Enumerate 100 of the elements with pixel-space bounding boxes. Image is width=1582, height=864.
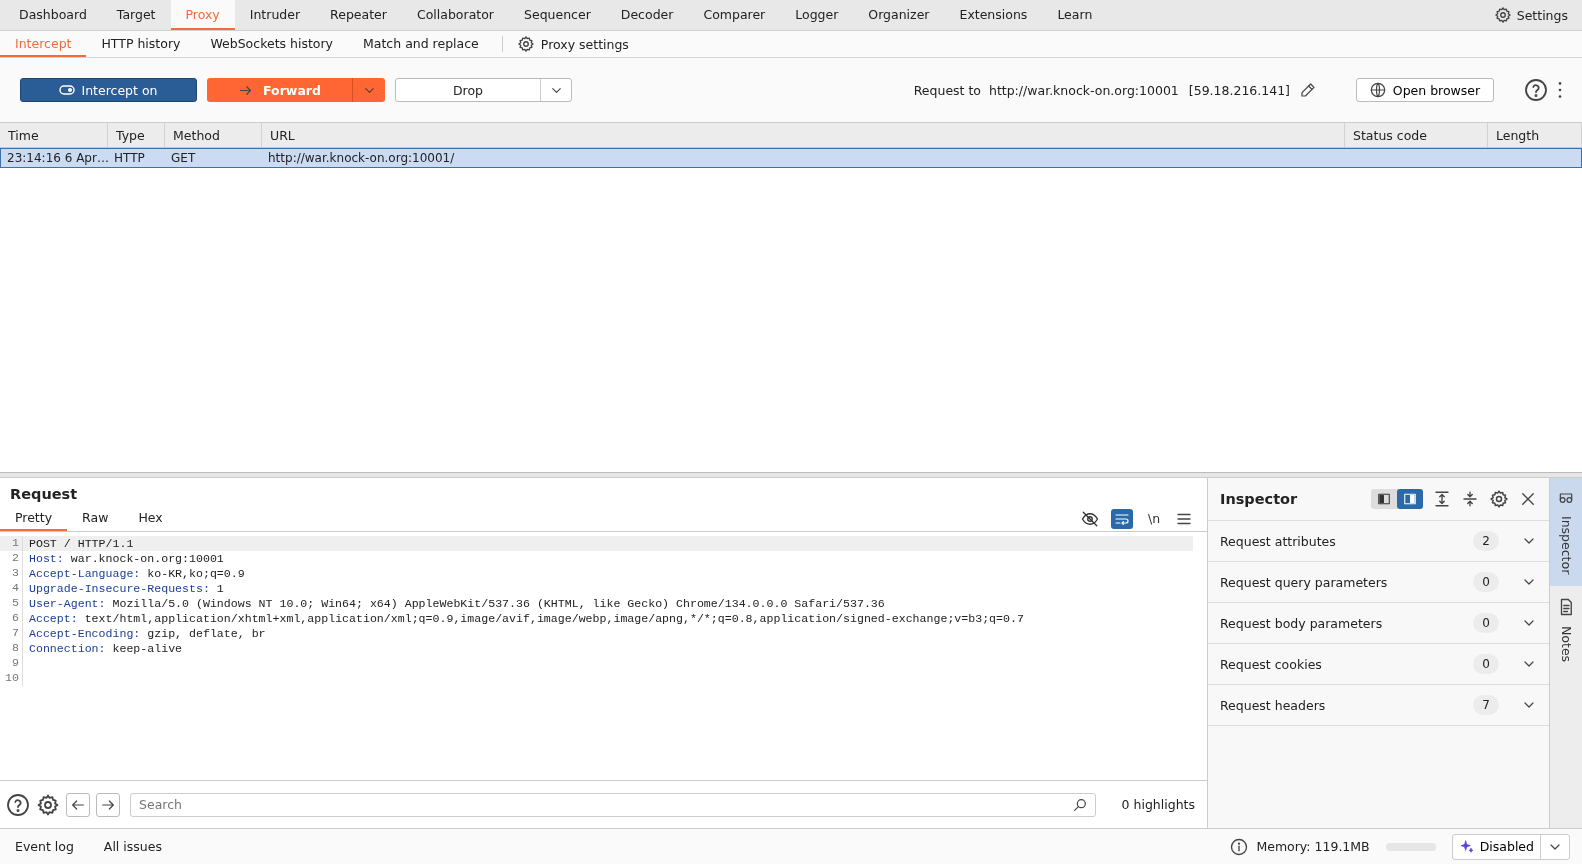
code-line: Accept: text/html,application/xhtml+xml,application/xml;q=0.9,image/avif,image/webp,image/apng,*/*;q=0.8,application/signed-exchange;v=b3;q=0.7 xyxy=(29,612,1024,625)
all-issues-link[interactable]: All issues xyxy=(103,839,162,854)
info-icon xyxy=(1230,837,1249,856)
inspector-section[interactable]: Request headers 7 xyxy=(1208,685,1549,726)
glasses-icon xyxy=(1558,490,1574,506)
side-tab[interactable]: Inspector xyxy=(1550,478,1582,587)
inspector-section[interactable]: Request attributes 2 xyxy=(1208,521,1549,562)
proxy-settings-link[interactable]: Proxy settings xyxy=(540,36,629,52)
pencil-icon xyxy=(1300,82,1316,98)
line-number: 3 xyxy=(0,566,23,581)
more-options-icon xyxy=(1558,82,1562,98)
request-target-text: Request to http://war.knock-on.org:10001 xyxy=(913,82,1179,98)
layout-button[interactable] xyxy=(1397,489,1423,509)
inspector-section[interactable]: Request query parameters 0 xyxy=(1208,562,1549,603)
eye-slash-icon xyxy=(1081,509,1099,528)
gear-icon xyxy=(36,792,60,817)
line-number: 10 xyxy=(0,671,23,686)
highlights-count: 0 highlights xyxy=(1120,797,1196,812)
table-row[interactable]: 23:14:16 6 Apr… HTTP GET http://war.knock-on.org:10001/ xyxy=(0,148,1582,168)
line-number: 9 xyxy=(0,656,23,671)
inspector-title: Inspector xyxy=(1220,491,1298,507)
left-panel-icon xyxy=(1377,492,1391,506)
code-line: Host: war.knock-on.org:10001 xyxy=(29,552,224,565)
main-tab[interactable]: Comparer xyxy=(688,0,781,30)
ai-status-button[interactable]: Disabled xyxy=(1451,833,1570,860)
view-tab[interactable]: Raw xyxy=(67,506,124,531)
event-log-link[interactable]: Event log xyxy=(15,839,74,854)
main-tab[interactable]: Decoder xyxy=(605,0,689,30)
line-number: 1 xyxy=(0,536,23,551)
main-tab[interactable]: Learn xyxy=(1042,0,1108,30)
table-cell: http://war.knock-on.org:10001/ xyxy=(268,151,455,165)
line-number: 8 xyxy=(0,641,23,656)
right-panel-icon xyxy=(1403,492,1417,506)
globe-icon xyxy=(1369,82,1386,98)
main-tab[interactable]: Collaborator xyxy=(401,0,509,30)
code-line: Accept-Encoding: gzip, deflate, br xyxy=(29,627,266,640)
search-field[interactable]: Search xyxy=(130,792,1096,817)
main-tab[interactable]: Dashboard xyxy=(4,0,102,30)
help-icon xyxy=(6,792,30,817)
count-badge: 0 xyxy=(1473,572,1499,592)
newline-button[interactable]: \n xyxy=(1143,508,1165,529)
main-tab[interactable]: Logger xyxy=(780,0,854,30)
code-line: Accept-Language: ko-KR,ko;q=0.9 xyxy=(29,567,245,580)
code-line: Upgrade-Insecure-Requests: 1 xyxy=(29,582,224,595)
table-cell: GET xyxy=(171,151,196,165)
sparkle-icon xyxy=(1458,838,1475,855)
main-tab[interactable]: Target xyxy=(101,0,171,30)
column-header[interactable]: Time xyxy=(0,123,108,147)
count-badge: 0 xyxy=(1473,654,1499,674)
section-label: Request attributes xyxy=(1220,533,1337,549)
column-header[interactable]: Length xyxy=(1488,123,1582,147)
gear-icon xyxy=(516,35,535,53)
column-header[interactable]: Status code xyxy=(1345,123,1488,147)
gear-icon xyxy=(1489,489,1509,509)
panel-title: Request xyxy=(10,486,78,502)
line-number: 6 xyxy=(0,611,23,626)
section-label: Request query parameters xyxy=(1220,574,1389,590)
section-label: Request headers xyxy=(1220,697,1327,713)
view-tab[interactable]: Pretty xyxy=(0,506,68,531)
inspector-section[interactable]: Request body parameters 0 xyxy=(1208,603,1549,644)
open-browser-button[interactable]: Open browser xyxy=(1356,78,1494,102)
main-tab[interactable]: Repeater xyxy=(315,0,402,30)
word-wrap-button[interactable] xyxy=(1111,508,1133,529)
count-badge: 7 xyxy=(1473,695,1499,715)
sub-tab[interactable]: Match and replace xyxy=(348,31,494,57)
main-tab[interactable]: Extensions xyxy=(944,0,1043,30)
section-label: Request body parameters xyxy=(1220,615,1384,631)
main-tab[interactable]: Intruder xyxy=(234,0,316,30)
code-line: Connection: keep-alive xyxy=(29,642,183,655)
search-icon xyxy=(1071,796,1088,813)
ip-address-text: [59.18.216.141] xyxy=(1188,82,1290,98)
sub-tab[interactable]: HTTP history xyxy=(86,31,196,57)
intercept-toggle-button[interactable]: Intercept on xyxy=(20,78,197,102)
main-tab[interactable]: Sequencer xyxy=(509,0,606,30)
column-header[interactable]: Method xyxy=(165,123,262,147)
line-number: 2 xyxy=(0,551,23,566)
count-badge: 2 xyxy=(1473,531,1499,551)
close-icon xyxy=(1519,490,1537,508)
inspector-section[interactable]: Request cookies 0 xyxy=(1208,644,1549,685)
main-tab[interactable]: Organizer xyxy=(853,0,945,30)
memory-text: Memory: 119.1MB xyxy=(1256,839,1370,854)
count-badge: 0 xyxy=(1473,613,1499,633)
expand-icon xyxy=(1433,490,1451,508)
sub-tab[interactable]: WebSockets history xyxy=(195,31,348,57)
code-line: User-Agent: Mozilla/5.0 (Windows NT 10.0; Win64; x64) AppleWebKit/537.36 (KHTML, like Gecko) Chrome/134.0.0.0 Safari/537.36 xyxy=(29,597,885,610)
column-header[interactable]: URL xyxy=(262,123,1345,147)
line-number: 5 xyxy=(0,596,23,611)
code-line: POST / HTTP/1.1 xyxy=(29,537,134,550)
section-label: Request cookies xyxy=(1220,656,1323,672)
gear-icon xyxy=(1493,6,1512,24)
drop-button[interactable]: Drop xyxy=(395,78,572,102)
next-button[interactable] xyxy=(96,792,120,817)
settings-link[interactable]: Settings xyxy=(1516,7,1568,23)
line-number: 4 xyxy=(0,581,23,596)
column-header[interactable]: Type xyxy=(108,123,165,147)
toggle-icon xyxy=(59,84,76,96)
view-tab[interactable]: Hex xyxy=(123,506,178,531)
side-tab[interactable]: Notes xyxy=(1550,586,1582,675)
help-icon xyxy=(1524,78,1548,102)
back-button[interactable] xyxy=(66,792,90,817)
